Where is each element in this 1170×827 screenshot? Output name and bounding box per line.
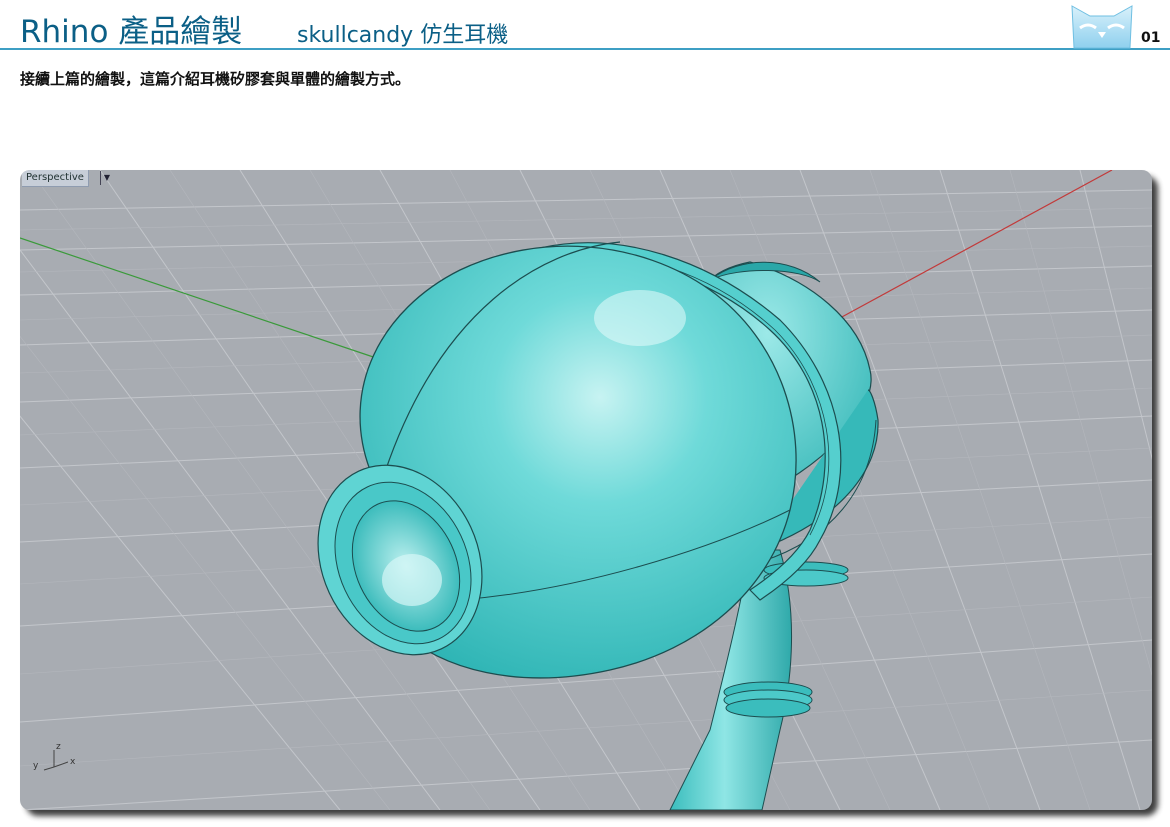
axis-x-label: x: [70, 757, 76, 767]
axis-y-label: y: [33, 761, 39, 771]
page-number: 01: [1141, 30, 1161, 46]
viewport-scene[interactable]: [20, 170, 1152, 810]
axis-z-label: z: [56, 742, 61, 752]
axis-gizmo-icon: [43, 750, 69, 771]
y-axis-line: [20, 237, 401, 367]
intro-paragraph: 接續上篇的繪製，這篇介紹耳機矽膠套與單體的繪製方式。: [20, 70, 411, 88]
x-axis-line: [839, 170, 1113, 319]
owl-logo-icon: [1071, 5, 1133, 49]
perspective-viewport[interactable]: Perspective ▼ z x y: [20, 170, 1152, 810]
viewport-title[interactable]: Perspective: [22, 170, 89, 187]
viewport-menu-dropdown-icon[interactable]: ▼: [100, 171, 113, 185]
page-title: Rhino 產品繪製: [20, 14, 243, 50]
viewport-title-label[interactable]: Perspective: [26, 172, 84, 183]
page-header: Rhino 產品繪製 skullcandy 仿生耳機 01: [0, 0, 1170, 60]
header-divider: [0, 48, 1170, 50]
